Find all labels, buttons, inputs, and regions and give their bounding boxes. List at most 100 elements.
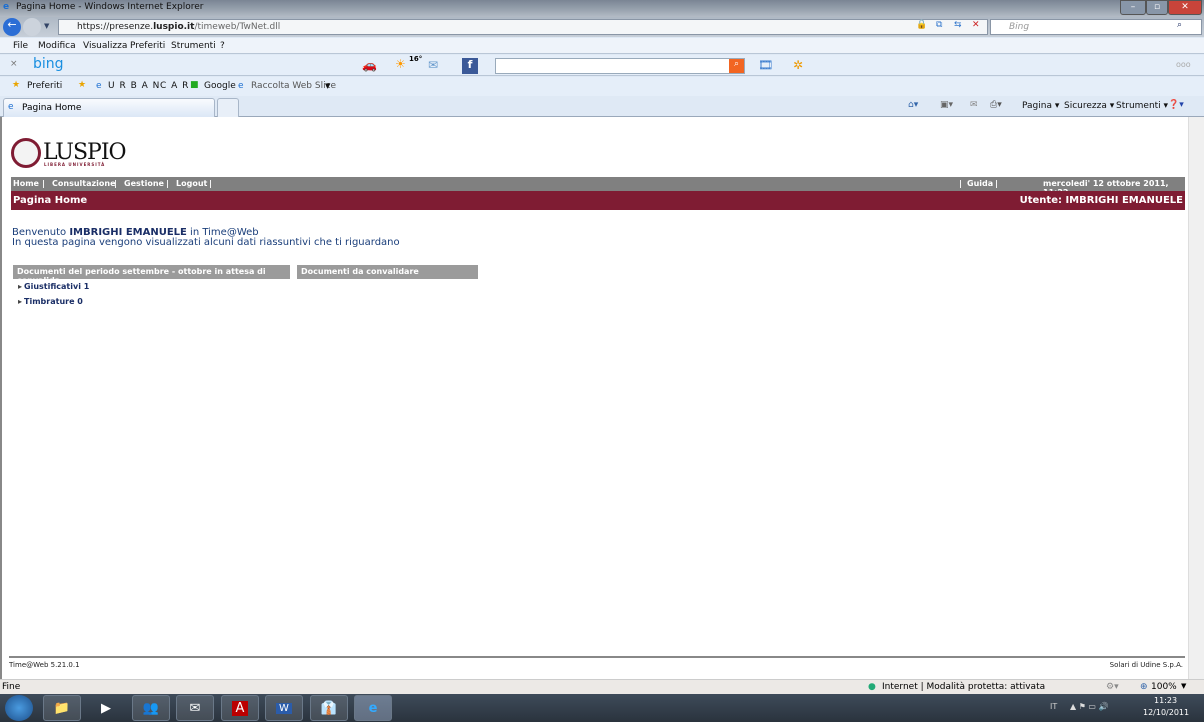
messenger-taskbar-icon[interactable]: 👥 bbox=[132, 695, 170, 721]
close-toolbar-icon[interactable]: × bbox=[10, 59, 18, 69]
history-dropdown[interactable]: ▼ bbox=[44, 22, 49, 30]
bing-search-button[interactable]: ⌕ bbox=[729, 59, 744, 73]
section-header-to-validate: Documenti da convalidare bbox=[297, 265, 478, 279]
welcome-description: In questa pagina vengono visualizzati al… bbox=[12, 237, 400, 248]
page-content: LUSPIO LIBERA UNIVERSITÀ Home | Consultaz… bbox=[0, 117, 1188, 679]
refresh-icon[interactable]: ⇆ bbox=[954, 20, 962, 30]
section-header-pending: Documenti del periodo settembre - ottobr… bbox=[13, 265, 290, 285]
nav-gestione[interactable]: Gestione bbox=[124, 179, 164, 188]
zoom-icon[interactable]: ⊕ bbox=[1140, 682, 1148, 692]
nav-bar: Home | Consultazione | Gestione | Logout | |… bbox=[11, 177, 1185, 197]
acrobat-taskbar-icon[interactable]: A bbox=[221, 695, 259, 721]
fav-google[interactable]: Google bbox=[204, 81, 236, 91]
tray-icons[interactable]: ▲ ⚑ ▭ 🔊 bbox=[1070, 702, 1108, 711]
menu-bar: File Modifica Visualizza Preferiti Strum… bbox=[0, 38, 1204, 54]
explorer-taskbar-icon[interactable]: 📁 bbox=[43, 695, 81, 721]
nav-logout[interactable]: Logout bbox=[176, 179, 207, 188]
zoom-dropdown[interactable]: ▼ bbox=[1181, 682, 1186, 690]
nav-consultazione[interactable]: Consultazione bbox=[52, 179, 116, 188]
safety-menu[interactable]: Sicurezza ▾ bbox=[1064, 101, 1114, 111]
stop-icon[interactable]: ✕ bbox=[972, 20, 980, 30]
thunderbird-taskbar-icon[interactable]: ✉ bbox=[176, 695, 214, 721]
lock-icon[interactable]: 🔒 bbox=[916, 20, 927, 30]
ie-icon: e bbox=[96, 81, 102, 91]
weather-temp: 16° bbox=[409, 55, 423, 63]
tab-row: e Pagina Home ⌂▾ ▣▾ ✉ ⎙▾ Pagina ▾ Sicure… bbox=[0, 96, 1204, 117]
weather-icon[interactable]: ☀ bbox=[395, 57, 406, 71]
star-icon: ★ bbox=[12, 80, 21, 90]
car-icon[interactable]: 🚗 bbox=[362, 58, 377, 72]
minimize-button[interactable]: – bbox=[1120, 0, 1146, 15]
favorites-button[interactable]: Preferiti bbox=[27, 81, 62, 91]
web-slice-gallery[interactable]: Raccolta Web Slice bbox=[251, 81, 336, 91]
chevron-down-icon[interactable]: ▼ bbox=[325, 82, 330, 90]
new-tab-button[interactable] bbox=[217, 98, 239, 117]
ie-icon: e bbox=[8, 102, 14, 112]
security-zone[interactable]: Internet | Modalità protetta: attivata bbox=[882, 682, 1045, 692]
nav-guida[interactable]: Guida bbox=[967, 179, 993, 188]
start-button[interactable] bbox=[5, 695, 33, 721]
video-icon[interactable]: 🎞 bbox=[758, 58, 773, 72]
menu-strumenti[interactable]: Strumenti bbox=[171, 41, 216, 51]
fav-car[interactable]: C A R bbox=[160, 81, 189, 91]
tab-pagina-home[interactable]: e Pagina Home bbox=[3, 98, 215, 117]
footer-company: Solari di Udine S.p.A. bbox=[1109, 661, 1183, 669]
url-input[interactable]: https://presenze.luspio.it/timeweb/TwNet… bbox=[58, 19, 988, 35]
zoom-level[interactable]: 100% bbox=[1151, 682, 1177, 692]
title-bar: e Pagina Home - Windows Internet Explore… bbox=[0, 0, 1204, 17]
bing-toolbar: × bing 🚗 ☀ 16° ✉ f ⌕ 🎞 ✲ ooo bbox=[0, 55, 1204, 76]
ie-icon: e bbox=[238, 81, 244, 91]
menu-preferiti[interactable]: Preferiti bbox=[130, 41, 165, 51]
back-button[interactable]: ← bbox=[3, 18, 21, 36]
home-icon[interactable]: ⌂▾ bbox=[908, 100, 918, 110]
compatibility-icon[interactable]: ⧉ bbox=[936, 20, 942, 30]
nav-home[interactable]: Home bbox=[13, 179, 39, 188]
footer-version: Time@Web 5.21.0.1 bbox=[9, 661, 80, 669]
media-player-taskbar-icon[interactable]: ▶ bbox=[87, 695, 125, 721]
link-giustificativi[interactable]: Giustificativi 1 bbox=[18, 282, 89, 291]
vertical-scrollbar[interactable] bbox=[1188, 117, 1204, 679]
status-bar: Fine ● Internet | Modalità protetta: att… bbox=[0, 679, 1204, 694]
address-bar-row: ← ▼ https://presenze.luspio.it/timeweb/T… bbox=[0, 17, 1204, 37]
translate-icon[interactable]: ✲ bbox=[793, 58, 803, 72]
word-taskbar-icon[interactable]: W bbox=[265, 695, 303, 721]
page-menu[interactable]: Pagina ▾ bbox=[1022, 101, 1059, 111]
clock-time[interactable]: 11:23 bbox=[1154, 696, 1177, 705]
clock-date[interactable]: 12/10/2011 bbox=[1143, 708, 1189, 717]
tools-menu[interactable]: Strumenti ▾ bbox=[1116, 101, 1168, 111]
favorites-bar: ★ Preferiti ★ e U R B A N C A R ■ Google… bbox=[0, 77, 1204, 96]
more-icon[interactable]: ooo bbox=[1176, 60, 1191, 69]
menu-help[interactable]: ? bbox=[220, 41, 225, 51]
close-button[interactable]: ✕ bbox=[1168, 0, 1202, 15]
bing-search-input[interactable] bbox=[495, 58, 745, 74]
taskbar: 📁 ▶ 👥 ✉ A W 👔 e IT ▲ ⚑ ▭ 🔊 11:23 12/10/2… bbox=[0, 694, 1204, 722]
ie-icon: e bbox=[3, 2, 10, 12]
mail-icon[interactable]: ✉ bbox=[428, 58, 438, 72]
forward-button[interactable] bbox=[23, 18, 41, 36]
maximize-button[interactable]: ▫ bbox=[1146, 0, 1168, 15]
page-header-bar: Pagina Home Utente: IMBRIGHI EMANUELE bbox=[11, 191, 1185, 210]
logo-subtext: LIBERA UNIVERSITÀ bbox=[44, 162, 106, 167]
print-icon[interactable]: ⎙▾ bbox=[990, 100, 1002, 110]
menu-visualizza[interactable]: Visualizza bbox=[83, 41, 127, 51]
mail-icon[interactable]: ✉ bbox=[970, 100, 978, 110]
window-title: Pagina Home - Windows Internet Explorer bbox=[16, 2, 204, 12]
bing-logo: bing bbox=[33, 56, 64, 72]
menu-modifica[interactable]: Modifica bbox=[38, 41, 76, 51]
facebook-icon[interactable]: f bbox=[462, 58, 478, 74]
current-user: Utente: IMBRIGHI EMANUELE bbox=[1019, 195, 1183, 206]
add-favorite-icon[interactable]: ★ bbox=[78, 80, 86, 90]
app-taskbar-icon[interactable]: 👔 bbox=[310, 695, 348, 721]
menu-file[interactable]: File bbox=[13, 41, 28, 51]
search-icon[interactable]: ⌕ bbox=[1177, 20, 1182, 30]
search-input[interactable]: Bing bbox=[990, 19, 1202, 35]
popup-icon[interactable]: ⚙▾ bbox=[1106, 682, 1119, 692]
feeds-icon[interactable]: ▣▾ bbox=[940, 100, 953, 110]
luspio-seal-logo bbox=[11, 138, 41, 168]
help-icon[interactable]: ❓▾ bbox=[1168, 100, 1184, 110]
fav-urban[interactable]: U R B A N bbox=[108, 81, 160, 91]
ie-taskbar-icon[interactable]: e bbox=[354, 695, 392, 721]
google-icon: ■ bbox=[190, 80, 199, 90]
link-timbrature[interactable]: Timbrature 0 bbox=[18, 297, 83, 306]
language-indicator[interactable]: IT bbox=[1050, 702, 1057, 711]
